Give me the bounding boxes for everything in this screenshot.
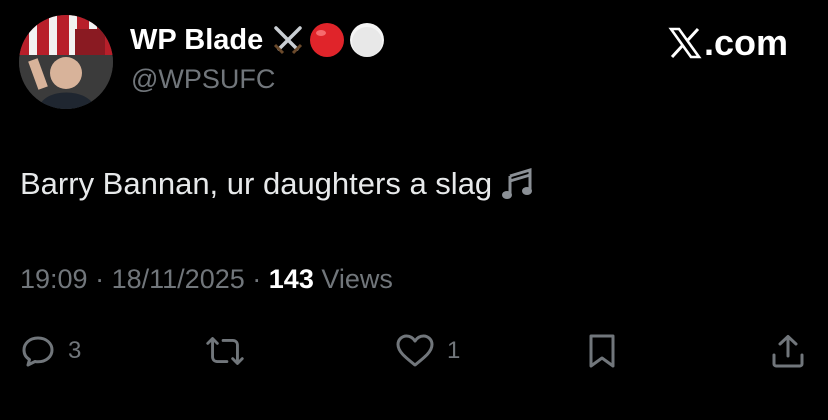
heart-icon [396,334,434,367]
like-button[interactable]: 1 [395,333,460,369]
like-count: 1 [447,337,461,364]
white-circle-icon [349,22,385,58]
bookmark-button[interactable] [584,333,620,369]
tweet-time[interactable]: 19:09 [20,264,88,294]
bookmark-icon [589,334,615,368]
meta-separator: · [252,264,262,294]
views-count[interactable]: 143 [269,264,314,294]
crossed-swords-icon [271,23,305,57]
reply-count: 3 [68,337,82,364]
display-name-text: WP Blade [130,23,264,56]
brand-label: .com [703,22,788,63]
tweet-body: Barry Bannan, ur daughters a slag [20,166,493,201]
tweet-meta: 19:09 · 18/11/2025 · 143 Views [20,264,393,295]
views-label[interactable]: Views [321,264,393,294]
musical-notes-icon [502,166,542,202]
avatar-image [19,15,113,109]
reply-icon [22,336,54,367]
retweet-icon [206,337,244,365]
author-handle[interactable]: @WPSUFC [131,64,275,95]
x-brand: .com [668,22,788,64]
reply-button[interactable]: 3 [20,333,81,369]
x-logo-icon [668,27,702,59]
avatar[interactable] [19,15,113,109]
red-circle-icon [309,22,345,58]
tweet-date[interactable]: 18/11/2025 [112,264,245,294]
display-name[interactable]: WP Blade [130,22,385,58]
share-button[interactable] [770,333,806,369]
retweet-button[interactable] [202,333,260,369]
meta-separator: · [95,264,105,294]
share-icon [772,335,804,368]
tweet-text: Barry Bannan, ur daughters a slag [20,166,542,202]
